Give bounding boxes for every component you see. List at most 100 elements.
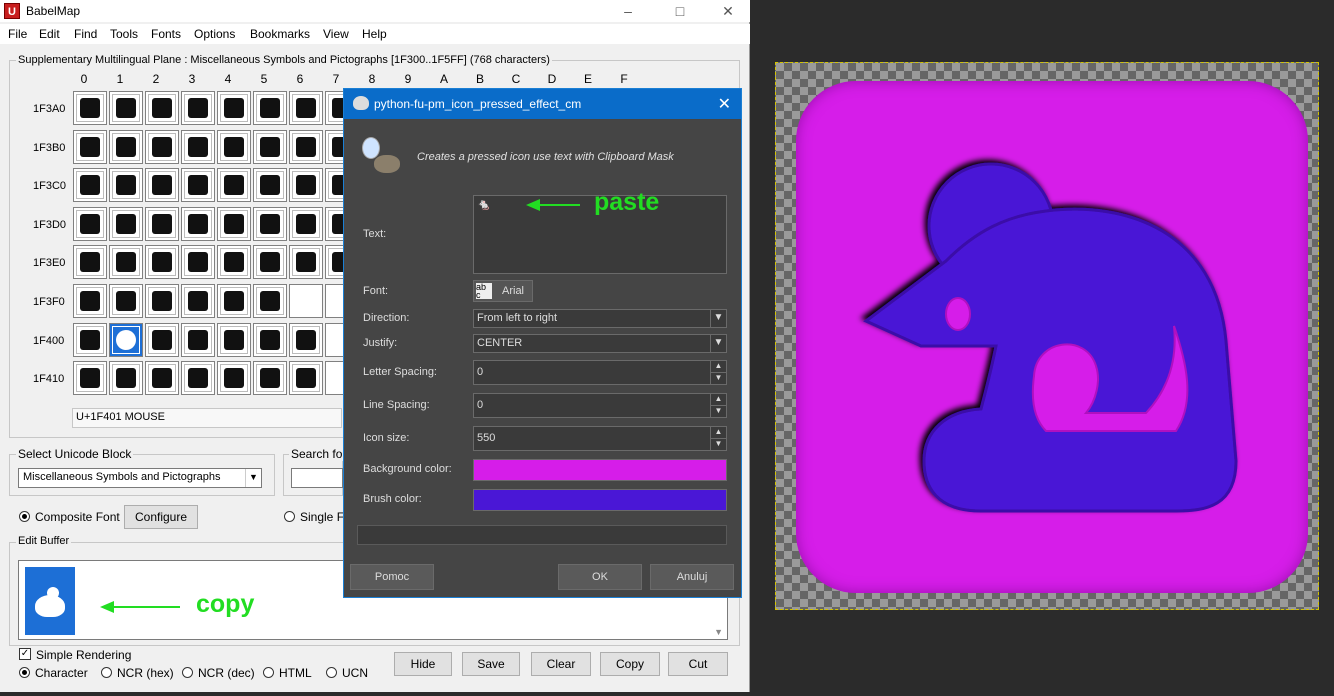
character-cell[interactable]: [109, 361, 143, 396]
character-cell[interactable]: [289, 206, 323, 241]
character-cell[interactable]: [73, 361, 107, 396]
character-cell[interactable]: [253, 245, 287, 280]
character-cell[interactable]: [253, 91, 287, 125]
help-button[interactable]: Pomoc: [350, 564, 434, 590]
character-cell[interactable]: [181, 245, 215, 280]
minimize-button[interactable]: –: [618, 2, 638, 20]
menu-help[interactable]: Help: [362, 27, 387, 41]
maximize-button[interactable]: □: [670, 2, 690, 20]
character-cell[interactable]: [73, 284, 107, 318]
configure-button[interactable]: Configure: [124, 505, 198, 529]
background-color-button[interactable]: [473, 459, 727, 481]
icon-size-input[interactable]: 550 ▲ ▼: [473, 426, 727, 451]
character-cell[interactable]: [217, 91, 251, 125]
character-cell[interactable]: [145, 129, 179, 164]
cut-button[interactable]: Cut: [668, 652, 728, 676]
character-cell[interactable]: [73, 129, 107, 164]
character-cell[interactable]: [181, 168, 215, 203]
menu-find[interactable]: Find: [74, 27, 97, 41]
character-cell[interactable]: [73, 322, 107, 357]
character-cell[interactable]: [217, 206, 251, 241]
character-cell[interactable]: [253, 129, 287, 164]
search-input[interactable]: [291, 468, 343, 488]
character-cell[interactable]: [145, 284, 179, 318]
line-spacing-input[interactable]: 0 ▲ ▼: [473, 393, 727, 418]
copy-button[interactable]: Copy: [600, 652, 660, 676]
character-cell[interactable]: [253, 168, 287, 203]
menu-tools[interactable]: Tools: [110, 27, 138, 41]
letter-spacing-spinner[interactable]: ▲ ▼: [710, 361, 726, 384]
brush-color-button[interactable]: [473, 489, 727, 511]
character-cell[interactable]: [109, 129, 143, 164]
character-cell[interactable]: [109, 284, 143, 318]
character-cell[interactable]: [181, 91, 215, 125]
character-cell[interactable]: [73, 91, 107, 125]
character-cell[interactable]: [253, 361, 287, 396]
icon-size-spinner[interactable]: ▲ ▼: [710, 427, 726, 450]
menu-bookmarks[interactable]: Bookmarks: [250, 27, 310, 41]
character-cell[interactable]: [109, 168, 143, 203]
letter-spacing-input[interactable]: 0 ▲ ▼: [473, 360, 727, 385]
menu-fonts[interactable]: Fonts: [151, 27, 181, 41]
justify-select[interactable]: CENTER ▼: [473, 334, 727, 353]
line-spacing-spinner[interactable]: ▲ ▼: [710, 394, 726, 417]
font-picker-button[interactable]: ab c Arial: [473, 280, 533, 302]
composite-font-radio[interactable]: [19, 511, 30, 522]
clear-button[interactable]: Clear: [531, 652, 591, 676]
character-cell[interactable]: [145, 168, 179, 203]
character-cell[interactable]: [73, 168, 107, 203]
output-ncr-dec-radio[interactable]: [182, 667, 193, 678]
character-cell[interactable]: [253, 322, 287, 357]
character-cell[interactable]: [253, 284, 287, 318]
unicode-block-select[interactable]: Miscellaneous Symbols and Pictographs ▼: [18, 468, 262, 488]
gimp-canvas[interactable]: [775, 62, 1319, 610]
character-cell[interactable]: [73, 245, 107, 280]
character-cell[interactable]: [145, 322, 179, 357]
save-button[interactable]: Save: [462, 652, 520, 676]
character-cell[interactable]: [253, 206, 287, 241]
menu-options[interactable]: Options: [194, 27, 235, 41]
character-cell[interactable]: [217, 168, 251, 203]
output-html-radio[interactable]: [263, 667, 274, 678]
character-cell[interactable]: [145, 245, 179, 280]
character-cell[interactable]: [217, 322, 251, 357]
scroll-down-icon[interactable]: ▼: [714, 627, 723, 637]
character-cell[interactable]: [109, 245, 143, 280]
dialog-close-icon[interactable]: ✕: [718, 94, 731, 114]
output-ucn-radio[interactable]: [326, 667, 337, 678]
cancel-button[interactable]: Anuluj: [650, 564, 734, 590]
character-cell[interactable]: [289, 322, 323, 357]
character-cell[interactable]: [109, 91, 143, 125]
character-cell[interactable]: [289, 91, 323, 125]
menu-view[interactable]: View: [323, 27, 349, 41]
ok-button[interactable]: OK: [558, 564, 642, 590]
output-ncr-hex-radio[interactable]: [101, 667, 112, 678]
character-cell[interactable]: [289, 168, 323, 203]
character-cell[interactable]: [181, 129, 215, 164]
selected-character-cell[interactable]: [109, 322, 143, 357]
character-cell[interactable]: [181, 206, 215, 241]
character-cell[interactable]: [73, 206, 107, 241]
character-cell[interactable]: [289, 284, 323, 318]
simple-rendering-checkbox[interactable]: ✓: [19, 648, 31, 660]
hide-button[interactable]: Hide: [394, 652, 452, 676]
character-cell[interactable]: [181, 322, 215, 357]
single-font-radio[interactable]: [284, 511, 295, 522]
output-character-radio[interactable]: [19, 667, 30, 678]
close-button[interactable]: ✕: [718, 2, 738, 20]
character-cell[interactable]: [217, 245, 251, 280]
character-cell[interactable]: [145, 206, 179, 241]
character-cell[interactable]: [217, 284, 251, 318]
character-cell[interactable]: [145, 91, 179, 125]
character-cell[interactable]: [289, 245, 323, 280]
direction-select[interactable]: From left to right ▼: [473, 309, 727, 328]
menu-edit[interactable]: Edit: [39, 27, 60, 41]
menu-file[interactable]: File: [8, 27, 27, 41]
character-cell[interactable]: [181, 361, 215, 396]
character-cell[interactable]: [109, 206, 143, 241]
character-cell[interactable]: [181, 284, 215, 318]
character-cell[interactable]: [217, 129, 251, 164]
character-cell[interactable]: [145, 361, 179, 396]
character-cell[interactable]: [289, 129, 323, 164]
character-cell[interactable]: [289, 361, 323, 396]
